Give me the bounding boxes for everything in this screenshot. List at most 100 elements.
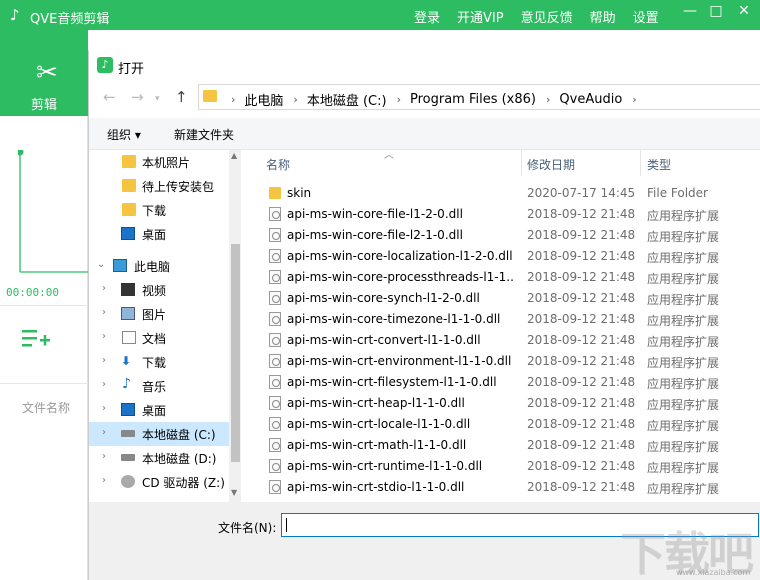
- nav-item-drive-d[interactable]: › 本地磁盘 (D:): [89, 446, 229, 470]
- chevron-right-icon[interactable]: ›: [102, 403, 106, 414]
- scroll-down-icon[interactable]: ▼: [231, 488, 237, 497]
- file-date: 2018-09-12 21:48: [527, 459, 636, 473]
- maximize-button[interactable]: □: [706, 3, 726, 25]
- dll-file-icon: [269, 438, 281, 452]
- address-bar[interactable]: › 此电脑 › 本地磁盘 (C:) › Program Files (x86) …: [198, 84, 760, 110]
- file-row[interactable]: api-ms-win-crt-convert-l1-1-0.dll 2018-09…: [242, 330, 760, 351]
- chevron-right-icon[interactable]: ›: [102, 355, 106, 366]
- nav-item-label: 视频: [142, 284, 167, 298]
- file-date: 2018-09-12 21:48: [527, 354, 636, 368]
- chevron-right-icon[interactable]: ›: [102, 283, 106, 294]
- settings-link[interactable]: 设置: [633, 7, 659, 26]
- nav-item-photos[interactable]: 本机照片: [89, 150, 229, 174]
- chevron-right-icon[interactable]: ›: [102, 475, 106, 486]
- back-arrow-icon[interactable]: ←: [103, 88, 116, 106]
- file-type: 应用程序扩展: [647, 398, 720, 412]
- chevron-right-icon: ›: [293, 93, 298, 106]
- dll-file-icon: [269, 375, 281, 389]
- dll-file-icon: [269, 207, 281, 221]
- nav-item-desktop[interactable]: 桌面: [89, 222, 229, 246]
- file-row[interactable]: api-ms-win-core-processthreads-l1-1... 20…: [242, 267, 760, 288]
- chevron-right-icon: ›: [632, 93, 637, 106]
- file-row[interactable]: api-ms-win-crt-filesystem-l1-1-0.dll 2018…: [242, 372, 760, 393]
- dll-file-icon: [269, 480, 281, 494]
- add-list-icon[interactable]: [22, 328, 50, 350]
- help-link[interactable]: 帮助: [590, 7, 616, 26]
- dll-file-icon: [269, 354, 281, 368]
- file-row[interactable]: api-ms-win-core-localization-l1-2-0.dll 2…: [242, 246, 760, 267]
- close-button[interactable]: ✕: [734, 3, 754, 25]
- recent-locations-icon[interactable]: ▾: [155, 94, 160, 104]
- new-folder-button[interactable]: 新建文件夹: [174, 126, 234, 143]
- file-row[interactable]: api-ms-win-core-synch-l1-2-0.dll 2018-09-…: [242, 288, 760, 309]
- file-row[interactable]: api-ms-win-crt-environment-l1-1-0.dll 201…: [242, 351, 760, 372]
- scrollbar-thumb[interactable]: [231, 244, 240, 462]
- divider: [0, 383, 88, 384]
- dll-file-icon: [269, 228, 281, 242]
- file-row[interactable]: api-ms-win-crt-heap-l1-1-0.dll 2018-09-12…: [242, 393, 760, 414]
- nav-item-downloads-pc[interactable]: › ⬇ 下载: [89, 350, 229, 374]
- nav-item-label: 桌面: [142, 228, 167, 242]
- chevron-right-icon[interactable]: ›: [102, 379, 106, 390]
- scroll-up-icon[interactable]: ▲: [231, 151, 237, 160]
- nav-item-label: 本地磁盘 (D:): [142, 452, 217, 466]
- nav-item-drive-c[interactable]: › 本地磁盘 (C:): [89, 422, 229, 446]
- text-caret: [286, 518, 287, 532]
- feedback-link[interactable]: 意见反馈: [521, 7, 573, 26]
- nav-item-this-pc[interactable]: ⌄ 此电脑: [89, 254, 229, 278]
- breadcrumb-item[interactable]: QveAudio: [559, 92, 622, 107]
- chevron-down-icon[interactable]: ⌄: [97, 259, 105, 270]
- file-row[interactable]: api-ms-win-crt-math-l1-1-0.dll 2018-09-12…: [242, 435, 760, 456]
- breadcrumb-item[interactable]: 本地磁盘 (C:): [307, 90, 387, 109]
- breadcrumb-item[interactable]: Program Files (x86): [410, 92, 536, 107]
- chevron-right-icon[interactable]: ›: [102, 451, 106, 462]
- file-date: 2018-09-12 21:48: [527, 438, 636, 452]
- cd-drive-icon: [121, 475, 135, 488]
- drive-icon: [121, 454, 135, 461]
- vip-link[interactable]: 开通VIP: [457, 7, 504, 26]
- file-row[interactable]: api-ms-win-core-file-l2-1-0.dll 2018-09-1…: [242, 225, 760, 246]
- chevron-right-icon[interactable]: ›: [102, 427, 106, 438]
- file-row[interactable]: api-ms-win-core-timezone-l1-1-0.dll 2018-…: [242, 309, 760, 330]
- login-link[interactable]: 登录: [414, 7, 440, 26]
- cut-tab[interactable]: ✂ 剪辑: [0, 30, 88, 116]
- chevron-right-icon: ›: [231, 93, 236, 106]
- nav-item-music[interactable]: › ♪ 音乐: [89, 374, 229, 398]
- minimize-button[interactable]: —: [680, 3, 700, 25]
- navigation-row: ← → ▾ ↑ › 此电脑 › 本地磁盘 (C:) › Program File…: [89, 82, 760, 114]
- nav-item-installers[interactable]: 待上传安装包: [89, 174, 229, 198]
- file-row[interactable]: api-ms-win-crt-runtime-l1-1-0.dll 2018-09…: [242, 456, 760, 477]
- dll-file-icon: [269, 291, 281, 305]
- forward-arrow-icon[interactable]: →: [131, 88, 144, 106]
- organize-button[interactable]: 组织 ▾: [107, 126, 141, 143]
- nav-item-desktop-pc[interactable]: › 桌面: [89, 398, 229, 422]
- chevron-right-icon[interactable]: ›: [102, 331, 106, 342]
- nav-item-label: CD 驱动器 (Z:): [142, 476, 225, 490]
- nav-item-documents[interactable]: › 文档: [89, 326, 229, 350]
- file-type: File Folder: [647, 186, 708, 200]
- chevron-right-icon[interactable]: ›: [102, 307, 106, 318]
- file-row[interactable]: skin 2020-07-17 14:45 File Folder: [242, 183, 760, 204]
- nav-item-label: 音乐: [142, 380, 167, 394]
- breadcrumb-item[interactable]: 此电脑: [244, 90, 283, 109]
- file-type: 应用程序扩展: [647, 419, 720, 433]
- column-name[interactable]: 名称: [259, 150, 290, 176]
- file-type: 应用程序扩展: [647, 293, 720, 307]
- file-row[interactable]: api-ms-win-crt-locale-l1-1-0.dll 2018-09-…: [242, 414, 760, 435]
- file-row[interactable]: api-ms-win-crt-stdio-l1-1-0.dll 2018-09-1…: [242, 477, 760, 498]
- up-arrow-icon[interactable]: ↑: [175, 88, 188, 106]
- dll-file-icon: [269, 333, 281, 347]
- nav-item-videos[interactable]: › 视频: [89, 278, 229, 302]
- desktop-icon: [121, 227, 135, 240]
- file-name: api-ms-win-crt-stdio-l1-1-0.dll: [287, 480, 465, 494]
- dll-file-icon: [269, 270, 281, 284]
- nav-item-downloads[interactable]: 下载: [89, 198, 229, 222]
- file-row[interactable]: api-ms-win-core-file-l1-2-0.dll 2018-09-1…: [242, 204, 760, 225]
- nav-item-pictures[interactable]: › 图片: [89, 302, 229, 326]
- column-date[interactable]: 修改日期: [520, 150, 575, 176]
- column-type[interactable]: 类型: [640, 150, 671, 176]
- folder-icon: [122, 203, 136, 216]
- file-name: api-ms-win-crt-environment-l1-1-0.dll: [287, 354, 512, 368]
- nav-scrollbar[interactable]: ▲ ▼: [229, 150, 241, 502]
- nav-item-cd-drive[interactable]: › CD 驱动器 (Z:): [89, 470, 229, 494]
